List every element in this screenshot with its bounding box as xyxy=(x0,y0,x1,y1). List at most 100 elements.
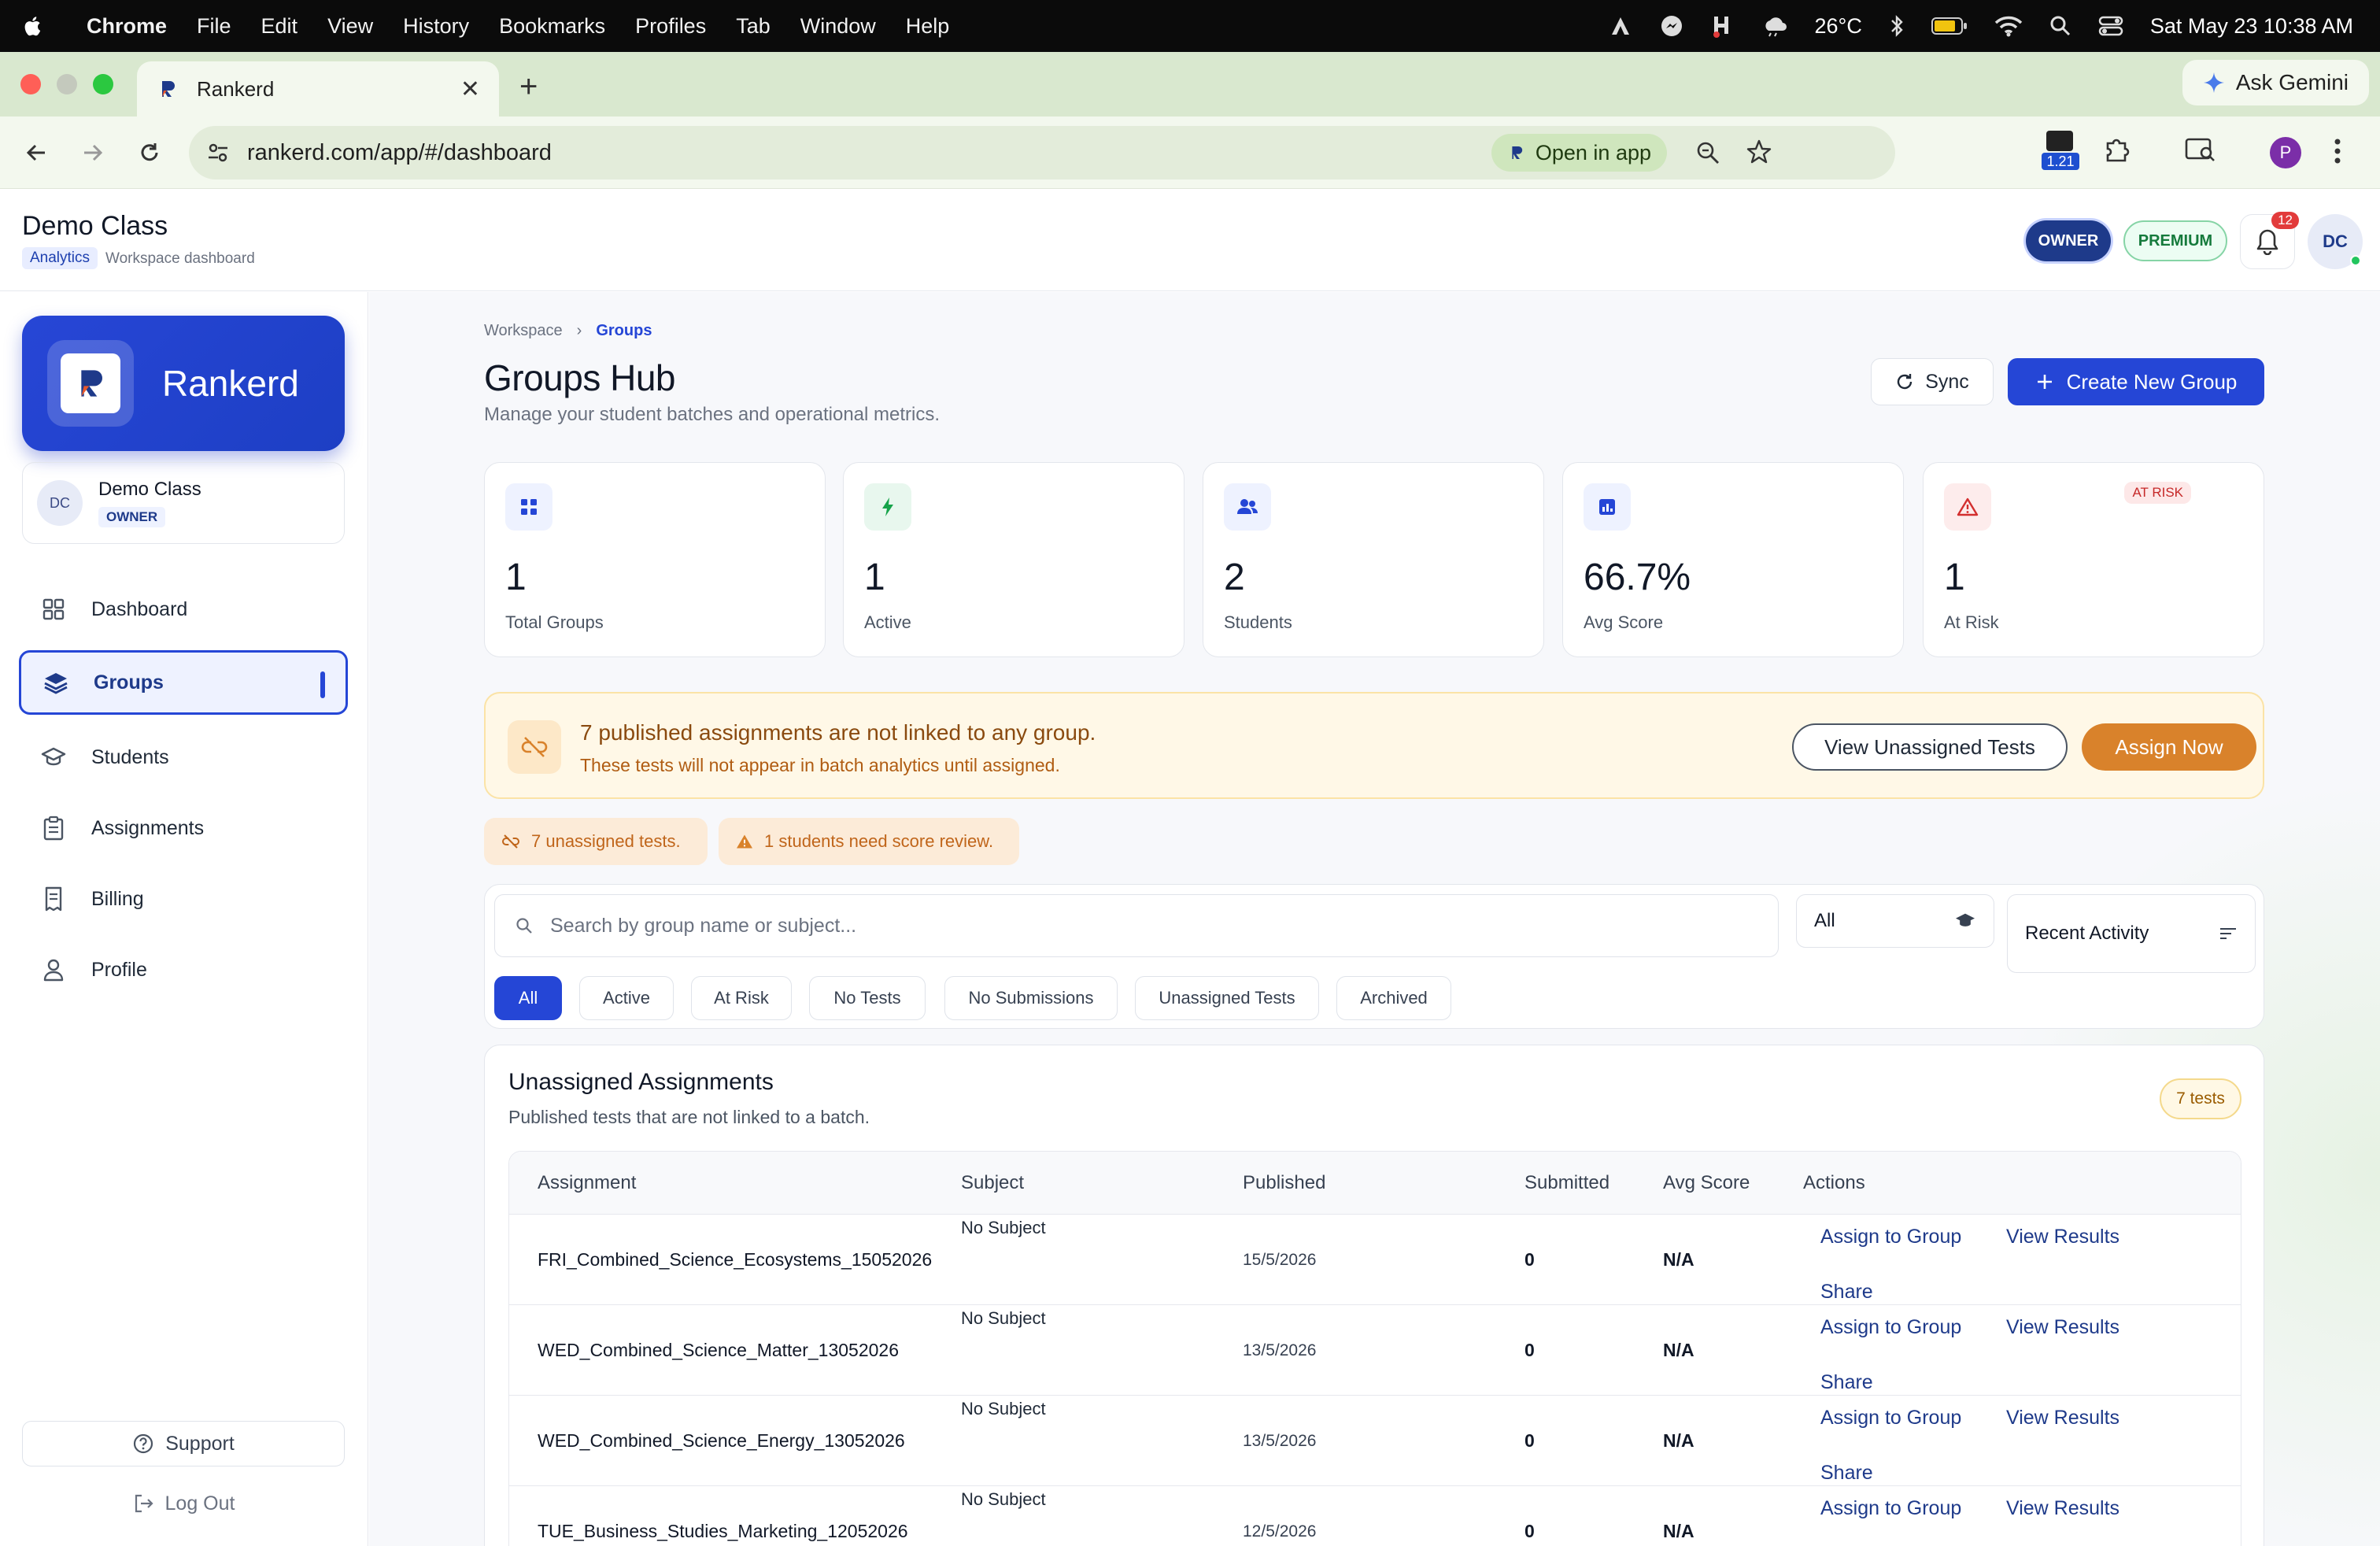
extensions-puzzle-icon[interactable] xyxy=(2103,135,2131,164)
assignment-avg-score: N/A xyxy=(1663,1340,1694,1360)
bookmark-star-icon[interactable] xyxy=(1746,139,1772,165)
site-info-icon[interactable] xyxy=(206,141,230,165)
new-tab-button[interactable]: + xyxy=(519,69,538,105)
wifi-icon[interactable] xyxy=(1994,15,2023,37)
user-avatar[interactable]: DC xyxy=(2308,214,2363,269)
browser-tab[interactable]: Rankerd ✕ xyxy=(137,61,499,117)
zoom-icon[interactable] xyxy=(1695,140,1720,165)
menu-edit[interactable]: Edit xyxy=(261,14,298,39)
search-field[interactable] xyxy=(494,894,1779,957)
logout-button[interactable]: Log Out xyxy=(22,1484,345,1523)
assign-to-group-link[interactable]: Assign to Group xyxy=(1820,1226,1961,1248)
weather-temp[interactable]: 26°C xyxy=(1815,14,1862,39)
sidebar-item-label: Billing xyxy=(91,887,144,910)
filter-chip-no-tests[interactable]: No Tests xyxy=(809,976,926,1020)
support-button[interactable]: Support xyxy=(22,1421,345,1466)
chrome-menu-icon[interactable] xyxy=(2333,135,2342,167)
menu-window[interactable]: Window xyxy=(800,14,876,39)
battery-icon[interactable] xyxy=(1931,17,1968,35)
sidebar-item-groups[interactable]: Groups xyxy=(19,650,348,715)
sidebar-item-profile[interactable]: Profile xyxy=(19,938,348,1002)
assignment-published: 15/5/2026 xyxy=(1243,1251,1317,1269)
unassigned-tests-note[interactable]: 7 unassigned tests. xyxy=(484,818,708,865)
open-in-app-button[interactable]: Open in app xyxy=(1491,134,1667,172)
menu-view[interactable]: View xyxy=(327,14,373,39)
back-button[interactable] xyxy=(19,135,54,170)
filter-chip-at-risk[interactable]: At Risk xyxy=(691,976,792,1020)
menu-bookmarks[interactable]: Bookmarks xyxy=(499,14,605,39)
view-unassigned-tests-button[interactable]: View Unassigned Tests xyxy=(1792,723,2068,771)
premium-badge[interactable]: PREMIUM xyxy=(2123,220,2227,261)
menu-clock[interactable]: Sat May 23 10:38 AM xyxy=(2150,14,2353,39)
window-close-button[interactable] xyxy=(20,74,41,94)
weather-icon[interactable] xyxy=(1761,15,1788,37)
window-zoom-button[interactable] xyxy=(93,74,113,94)
assign-to-group-link[interactable]: Assign to Group xyxy=(1820,1316,1961,1339)
control-center-icon[interactable] xyxy=(2098,16,2123,36)
sort-select[interactable]: Recent Activity xyxy=(2007,894,2256,973)
sidebar-item-billing[interactable]: Billing xyxy=(19,867,348,931)
chrome-profile-avatar[interactable]: P xyxy=(2270,137,2301,168)
menu-help[interactable]: Help xyxy=(906,14,950,39)
filter-chip-all[interactable]: All xyxy=(494,976,562,1020)
sync-button[interactable]: Sync xyxy=(1871,358,1994,405)
clipboard-icon xyxy=(39,816,68,841)
assign-now-button[interactable]: Assign Now xyxy=(2082,723,2256,771)
note-label: 1 students need score review. xyxy=(764,831,994,851)
extension-badge-icon[interactable]: 1.21 xyxy=(2042,129,2079,173)
tab-close-icon[interactable]: ✕ xyxy=(460,76,480,103)
address-bar[interactable]: rankerd.com/app/#/dashboard Open in app xyxy=(189,126,1895,179)
rankerd-favicon-icon xyxy=(156,77,179,101)
ask-gemini-button[interactable]: Ask Gemini xyxy=(2182,60,2369,105)
filter-chip-unassigned-tests[interactable]: Unassigned Tests xyxy=(1135,976,1319,1020)
menu-file[interactable]: File xyxy=(197,14,231,39)
sidebar-item-dashboard[interactable]: Dashboard xyxy=(19,577,348,642)
logout-label: Log Out xyxy=(164,1492,235,1515)
breadcrumb-workspace[interactable]: Workspace xyxy=(484,322,563,340)
status-h-icon[interactable] xyxy=(1711,13,1735,39)
spotlight-icon[interactable] xyxy=(2049,15,2071,37)
view-results-link[interactable]: View Results xyxy=(2006,1316,2119,1339)
share-link[interactable]: Share xyxy=(1820,1281,1873,1304)
assignment-published: 12/5/2026 xyxy=(1243,1522,1317,1540)
unlink-icon xyxy=(508,720,561,774)
browser-tab-strip: Rankerd ✕ + Ask Gemini xyxy=(0,52,2380,117)
menu-profiles[interactable]: Profiles xyxy=(635,14,706,39)
view-results-link[interactable]: View Results xyxy=(2006,1226,2119,1248)
reload-button[interactable] xyxy=(132,135,167,170)
window-minimize-button[interactable] xyxy=(57,74,77,94)
assign-to-group-link[interactable]: Assign to Group xyxy=(1820,1497,1961,1520)
score-review-note[interactable]: 1 students need score review. xyxy=(719,818,1019,865)
table-row: WED_Combined_Science_Matter_13052026 No … xyxy=(509,1305,2241,1396)
layers-icon xyxy=(42,671,70,694)
share-link[interactable]: Share xyxy=(1820,1371,1873,1394)
status-app-icon[interactable] xyxy=(1609,14,1632,38)
workspace-subtitle: Workspace dashboard xyxy=(105,250,255,267)
create-new-group-button[interactable]: Create New Group xyxy=(2008,358,2264,405)
assign-to-group-link[interactable]: Assign to Group xyxy=(1820,1407,1961,1429)
workspace-card[interactable]: DC Demo Class OWNER xyxy=(22,462,345,544)
search-input[interactable] xyxy=(550,914,1778,938)
status-messenger-icon[interactable] xyxy=(1659,13,1684,39)
apple-icon[interactable] xyxy=(22,13,65,39)
stat-card-students: 2 Students xyxy=(1203,462,1544,657)
note-label: 7 unassigned tests. xyxy=(531,831,681,851)
group-filter-select[interactable]: All xyxy=(1796,894,1994,948)
menu-app-name[interactable]: Chrome xyxy=(87,14,167,39)
workspace-title: Demo Class xyxy=(22,211,168,241)
sidebar-item-students[interactable]: Students xyxy=(19,725,348,790)
menu-history[interactable]: History xyxy=(403,14,469,39)
filter-chip-active[interactable]: Active xyxy=(579,976,674,1020)
forward-button[interactable] xyxy=(76,135,110,170)
notifications-button[interactable]: 12 xyxy=(2240,212,2299,269)
tab-search-icon[interactable] xyxy=(2185,137,2216,164)
filter-chip-no-submissions[interactable]: No Submissions xyxy=(944,976,1118,1020)
menu-tab[interactable]: Tab xyxy=(736,14,771,39)
bluetooth-icon[interactable] xyxy=(1889,13,1905,39)
view-results-link[interactable]: View Results xyxy=(2006,1497,2119,1520)
sidebar-item-assignments[interactable]: Assignments xyxy=(19,796,348,860)
filter-chip-archived[interactable]: Archived xyxy=(1336,976,1451,1020)
view-results-link[interactable]: View Results xyxy=(2006,1407,2119,1429)
brand-card[interactable]: Rankerd xyxy=(22,316,345,451)
share-link[interactable]: Share xyxy=(1820,1462,1873,1485)
